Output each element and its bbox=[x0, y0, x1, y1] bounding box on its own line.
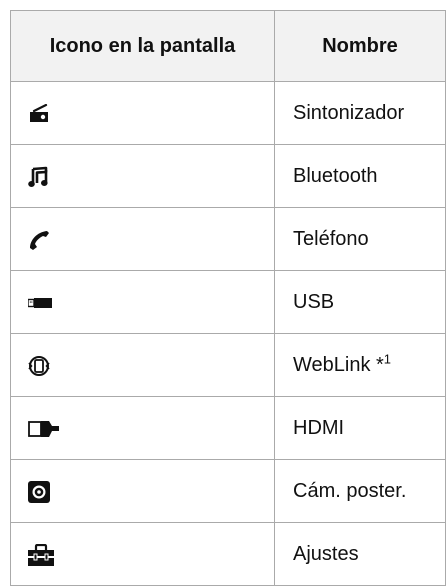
table-row: USB bbox=[10, 270, 446, 334]
icon-cell bbox=[10, 396, 275, 460]
source-name: Ajustes bbox=[293, 543, 359, 565]
source-name: Cám. poster. bbox=[293, 480, 407, 502]
icon-cell bbox=[10, 459, 275, 523]
icon-cell bbox=[10, 207, 275, 271]
name-cell: WebLink *1 bbox=[274, 333, 446, 397]
rear-camera-icon bbox=[28, 480, 50, 503]
name-cell: Bluetooth bbox=[274, 144, 446, 208]
icon-cell bbox=[10, 270, 275, 334]
name-cell: Ajustes bbox=[274, 522, 446, 586]
table-row: WebLink *1 bbox=[10, 333, 446, 397]
source-name: USB bbox=[293, 291, 335, 313]
table-row: Ajustes bbox=[10, 522, 446, 586]
name-cell: Teléfono bbox=[274, 207, 446, 271]
name-cell: Sintonizador bbox=[274, 81, 446, 145]
icon-cell bbox=[10, 522, 275, 586]
footnote-marker: 1 bbox=[383, 351, 392, 367]
toolbox-icon bbox=[28, 543, 54, 566]
phone-handset-icon bbox=[28, 229, 50, 251]
icon-cell bbox=[10, 81, 275, 145]
name-cell: HDMI bbox=[274, 396, 446, 460]
hdmi-plug-icon bbox=[28, 420, 60, 438]
icon-cell bbox=[10, 144, 275, 208]
source-name: WebLink * bbox=[293, 354, 384, 376]
source-name: HDMI bbox=[293, 417, 345, 439]
source-name: Sintonizador bbox=[293, 102, 405, 124]
source-icon-table: Icono en la pantalla Nombre Sintonizador bbox=[10, 10, 446, 586]
header-icon-column: Icono en la pantalla bbox=[10, 10, 275, 82]
source-name: Teléfono bbox=[293, 228, 369, 250]
music-note-icon bbox=[28, 166, 48, 188]
header-name-column: Nombre bbox=[274, 10, 446, 82]
icon-cell bbox=[10, 333, 275, 397]
radio-tuner-icon bbox=[28, 103, 50, 124]
table-row: Sintonizador bbox=[10, 81, 446, 145]
table-row: Bluetooth bbox=[10, 144, 446, 208]
name-cell: USB bbox=[274, 270, 446, 334]
usb-drive-icon bbox=[27, 297, 52, 308]
table-header-row: Icono en la pantalla Nombre bbox=[10, 10, 446, 82]
table-row: Teléfono bbox=[10, 207, 446, 271]
table-row: Cám. poster. bbox=[10, 459, 446, 523]
table-row: HDMI bbox=[10, 396, 446, 460]
source-name: Bluetooth bbox=[293, 165, 378, 187]
weblink-icon bbox=[28, 355, 50, 377]
name-cell: Cám. poster. bbox=[274, 459, 446, 523]
